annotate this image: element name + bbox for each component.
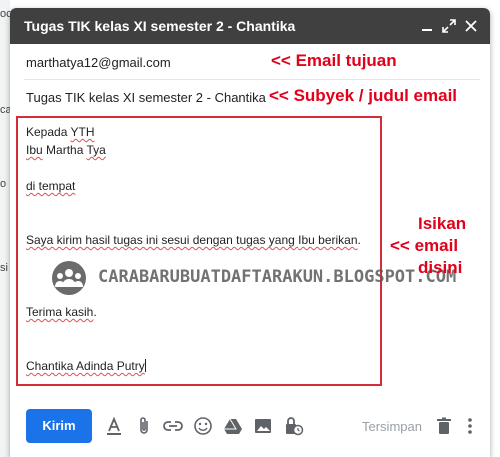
- message-body[interactable]: Kepada YTH Ibu Martha Tya di tempat Saya…: [16, 116, 382, 386]
- compose-toolbar: Kirim Tersimpan: [10, 400, 490, 448]
- body-recipient-name: Ibu Martha Tya: [26, 143, 106, 157]
- background-text: o: [0, 178, 7, 190]
- link-icon[interactable]: [162, 415, 184, 437]
- close-icon[interactable]: [462, 17, 480, 35]
- subject-input[interactable]: Tugas TIK kelas XI semester 2 - Chantika: [26, 90, 266, 105]
- annotation-subject: << Subyek / judul email: [269, 86, 458, 105]
- drive-icon[interactable]: [222, 415, 244, 437]
- inbox-background: [0, 0, 10, 457]
- watermark-text: CARABARUBUATDAFTARAKUN.BLOGSPOT.COM: [98, 267, 457, 287]
- saved-status: Tersimpan: [362, 419, 422, 434]
- emoji-icon[interactable]: [192, 415, 214, 437]
- to-field[interactable]: marthatya12@gmail.com: [24, 44, 480, 80]
- send-button[interactable]: Kirim: [26, 409, 92, 443]
- compose-title: Tugas TIK kelas XI semester 2 - Chantika: [24, 18, 296, 34]
- delete-icon[interactable]: [433, 415, 455, 437]
- annotation-email-recipient: << Email tujuan: [271, 51, 397, 70]
- attach-icon[interactable]: [133, 415, 155, 437]
- body-signature: Chantika Adinda Putry: [26, 359, 146, 373]
- to-value[interactable]: marthatya12@gmail.com: [26, 55, 171, 70]
- body-greeting: Kepada YTH: [26, 125, 95, 139]
- text-caret: [144, 359, 146, 372]
- body-closing: Terima kasih.: [26, 305, 97, 319]
- minimize-icon[interactable]: [418, 17, 436, 35]
- background-text: si: [0, 262, 8, 274]
- fullscreen-icon[interactable]: [440, 17, 458, 35]
- confidential-icon[interactable]: [282, 415, 304, 437]
- format-text-icon[interactable]: [103, 415, 125, 437]
- body-place: di tempat: [26, 179, 76, 193]
- more-icon[interactable]: [459, 415, 481, 437]
- compose-titlebar[interactable]: Tugas TIK kelas XI semester 2 - Chantika: [10, 8, 490, 44]
- annotation-body-line3: disini: [418, 258, 463, 277]
- body-message: Saya kirim hasil tugas ini sesui dengan …: [26, 233, 361, 247]
- photo-icon[interactable]: [252, 415, 274, 437]
- annotation-body-line2: << email: [390, 236, 459, 255]
- community-logo-icon: [52, 261, 86, 295]
- annotation-body-line1: Isikan: [418, 214, 467, 233]
